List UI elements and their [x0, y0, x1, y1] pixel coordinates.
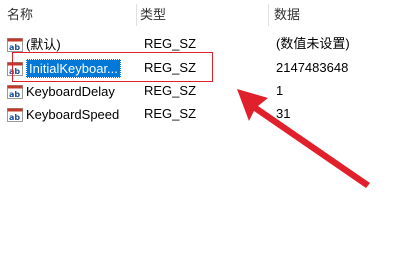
- value-type: REG_SZ: [144, 36, 197, 51]
- column-divider[interactable]: [268, 4, 269, 26]
- svg-text:ab: ab: [9, 43, 20, 52]
- value-data: 2147483648: [276, 60, 349, 75]
- value-name: InitialKeyboar...: [26, 59, 121, 79]
- svg-text:ab: ab: [9, 113, 20, 122]
- registry-value-row[interactable]: ab (默认) REG_SZ (数值未设置): [0, 32, 399, 55]
- string-value-icon: ab: [7, 37, 23, 52]
- string-value-icon: ab: [7, 84, 23, 99]
- value-name: (默认): [26, 37, 61, 53]
- value-type: REG_SZ: [144, 60, 197, 75]
- registry-value-row[interactable]: ab KeyboardSpeed REG_SZ 31: [0, 102, 399, 125]
- value-data: 1: [276, 83, 284, 98]
- column-header-type[interactable]: 类型: [140, 0, 268, 30]
- value-data: 31: [276, 106, 291, 121]
- value-name: KeyboardDelay: [26, 84, 115, 100]
- column-header: 名称 类型 数据: [0, 0, 399, 30]
- registry-value-row-selected[interactable]: ab InitialKeyboar... REG_SZ 2147483648: [0, 56, 399, 79]
- svg-text:ab: ab: [9, 90, 20, 99]
- value-type: REG_SZ: [144, 83, 197, 98]
- string-value-icon: ab: [7, 107, 23, 122]
- value-data: (数值未设置): [276, 36, 350, 51]
- value-type: REG_SZ: [144, 106, 197, 121]
- registry-value-row[interactable]: ab KeyboardDelay REG_SZ 1: [0, 79, 399, 102]
- column-header-name[interactable]: 名称: [7, 0, 135, 30]
- value-name: KeyboardSpeed: [26, 107, 120, 123]
- column-divider[interactable]: [136, 4, 137, 26]
- column-header-data[interactable]: 数据: [274, 0, 399, 30]
- string-value-icon: ab: [7, 61, 23, 76]
- svg-text:ab: ab: [9, 67, 20, 76]
